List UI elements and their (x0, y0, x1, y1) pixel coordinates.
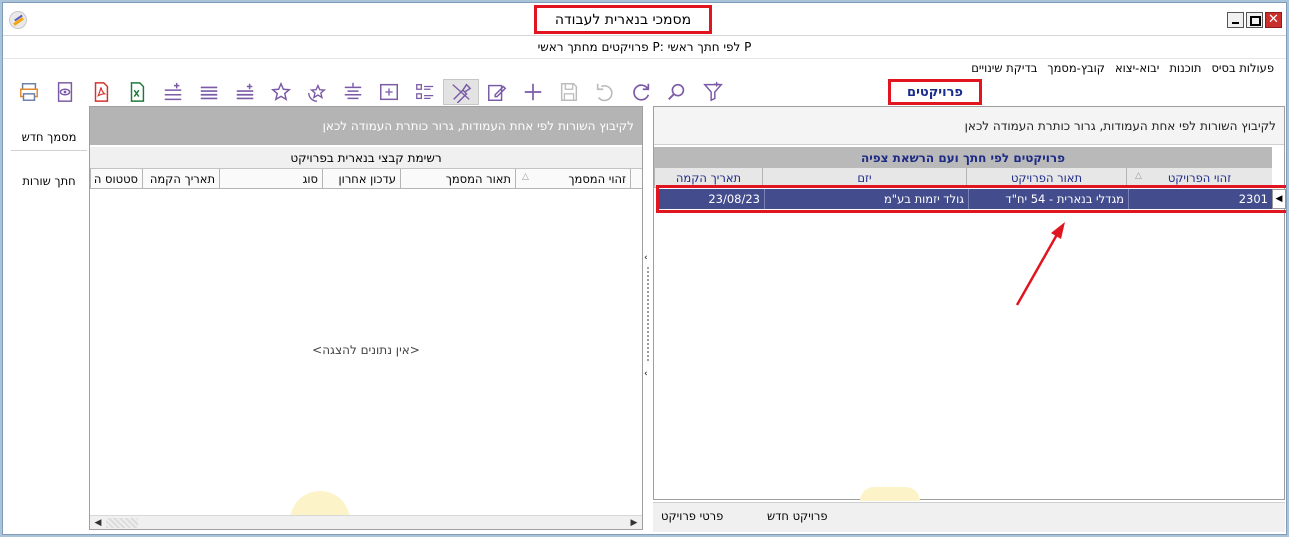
bottom-tabs: פרויקט חדש פרטי פרויקט (653, 502, 1285, 532)
star-icon[interactable] (263, 79, 299, 105)
projects-grid: לקיבוץ השורות לפי אחת העמודות, גרור כותר… (653, 106, 1285, 501)
group-by-hint[interactable]: לקיבוץ השורות לפי אחת העמודות, גרור כותר… (90, 107, 642, 145)
menu-check-changes[interactable]: בדיקת שינויים (971, 61, 1037, 79)
projects-grid-title: פרויקטים לפי חתך ועם הרשאת צפיה (654, 147, 1272, 168)
column-header[interactable]: △ זהוי המסמך (515, 169, 630, 188)
documents-grid-title: רשימת קבצי בנארית בפרויקט (90, 147, 642, 169)
column-header[interactable]: תאריך הקמה (142, 169, 219, 188)
menu-bar: פעולות בסיס תוכנות יבוא-יצוא קובץ-מסמך ב… (971, 61, 1274, 79)
title-bar: מסמכי בנארית לעבודה ✕ (3, 3, 1286, 35)
scroll-thumb[interactable] (106, 518, 138, 528)
scroll-left-icon[interactable]: ◀ (92, 517, 104, 529)
side-actions: מסמך חדש חתך שורות (11, 123, 87, 523)
excel-icon[interactable] (119, 79, 155, 105)
search-icon[interactable] (659, 79, 695, 105)
insert-row-icon[interactable] (227, 79, 263, 105)
app-logo-icon (9, 11, 27, 29)
checklist-icon[interactable] (407, 79, 443, 105)
frame-icon[interactable] (371, 79, 407, 105)
project-details-button[interactable]: פרטי פרויקט (661, 509, 723, 523)
undo-star-icon[interactable] (299, 79, 335, 105)
maximize-icon[interactable] (1246, 12, 1263, 28)
column-header[interactable]: תאור המסמך (400, 169, 515, 188)
documents-grid-header: △ זהוי המסמך תאור המסמך עדכון אחרון סוג … (90, 169, 642, 189)
printer-icon[interactable] (11, 79, 47, 105)
rows-icon[interactable] (191, 79, 227, 105)
refresh-icon[interactable] (623, 79, 659, 105)
toolbar (11, 79, 731, 105)
new-project-button[interactable]: פרויקט חדש (767, 509, 828, 523)
undo-icon[interactable] (587, 79, 623, 105)
add-row-icon[interactable] (155, 79, 191, 105)
splitter-grip[interactable] (647, 267, 649, 363)
edit-icon[interactable] (479, 79, 515, 105)
menu-programs[interactable]: תוכנות (1169, 61, 1201, 79)
align-icon[interactable] (335, 79, 371, 105)
window-subtitle: פרויקטים מחתך ראשי P: לפי חתך ראשי P (3, 35, 1286, 59)
background-decoration (860, 487, 920, 501)
clear-filter-icon[interactable] (443, 79, 479, 105)
panel-splitter[interactable]: ‹ ‹ (644, 253, 652, 383)
plus-icon[interactable] (515, 79, 551, 105)
app-window: מסמכי בנארית לעבודה ✕ פרויקטים מחתך ראשי… (2, 2, 1287, 535)
documents-grid: לקיבוץ השורות לפי אחת העמודות, גרור כותר… (89, 106, 643, 530)
annotation-arrow-icon (1015, 222, 1065, 306)
column-header[interactable]: סוג (219, 169, 322, 188)
close-icon[interactable]: ✕ (1265, 12, 1282, 28)
filter-icon[interactable] (695, 79, 731, 105)
horizontal-scrollbar[interactable]: ◀ ▶ (90, 515, 642, 529)
window-controls: ✕ (1227, 12, 1282, 28)
column-header[interactable]: סטטוס ה (90, 169, 142, 188)
sort-asc-icon: △ (522, 172, 529, 182)
tab-projects[interactable]: פרויקטים (888, 79, 982, 105)
column-header-end (630, 169, 642, 188)
save-icon[interactable] (551, 79, 587, 105)
pdf-icon[interactable] (83, 79, 119, 105)
empty-message: <אין נתונים להצגה> (312, 343, 420, 357)
menu-file-document[interactable]: קובץ-מסמך (1047, 61, 1105, 79)
collapse-right-icon[interactable]: ‹ (644, 369, 652, 379)
collapse-left-icon[interactable]: ‹ (644, 253, 652, 263)
menu-basic-actions[interactable]: פעולות בסיס (1211, 61, 1274, 79)
sort-asc-icon: △ (1135, 171, 1142, 181)
highlight-box (656, 185, 1286, 213)
new-document-button[interactable]: מסמך חדש (11, 123, 87, 151)
column-header[interactable]: עדכון אחרון (322, 169, 400, 188)
minimize-icon[interactable] (1227, 12, 1244, 28)
window-title: מסמכי בנארית לעבודה (534, 5, 712, 34)
menu-import-export[interactable]: יבוא-יצוא (1115, 61, 1159, 79)
preview-icon[interactable] (47, 79, 83, 105)
group-by-hint[interactable]: לקיבוץ השורות לפי אחת העמודות, גרור כותר… (654, 107, 1284, 145)
scroll-right-icon[interactable]: ▶ (628, 517, 640, 529)
row-slice-button[interactable]: חתך שורות (11, 167, 87, 195)
